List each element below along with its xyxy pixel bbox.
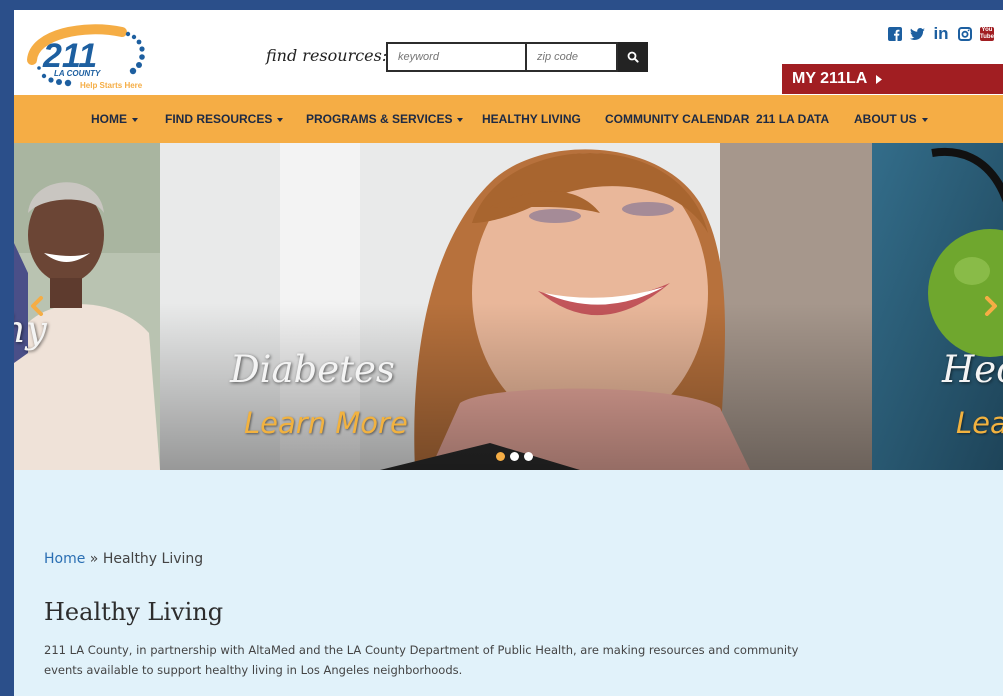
- nav-label: ABOUT US: [854, 112, 917, 126]
- site-header: 211 LA COUNTY Help Starts Here find reso…: [14, 10, 1003, 94]
- breadcrumb-separator: »: [89, 551, 99, 567]
- keyword-input[interactable]: [386, 42, 526, 72]
- chevron-left-icon: [31, 296, 43, 316]
- nav-community-calendar[interactable]: COMMUNITY CALENDAR: [605, 95, 749, 143]
- instagram-icon[interactable]: [957, 26, 973, 42]
- main-content: Home » Healthy Living Healthy Living 211…: [14, 470, 1003, 696]
- intro-paragraph: 211 LA County, in partnership with AltaM…: [44, 643, 799, 677]
- carousel-dot[interactable]: [496, 452, 505, 461]
- caret-down-icon: [457, 117, 464, 122]
- carousel-next-button[interactable]: [980, 293, 1002, 319]
- next-slide-title: Hec: [942, 348, 1003, 391]
- my-211la-button[interactable]: MY 211LA: [782, 64, 1003, 94]
- find-resources-label: find resources:: [266, 46, 388, 65]
- nav-about-us[interactable]: ABOUT US: [854, 95, 928, 143]
- my-211la-label: MY 211LA: [792, 70, 868, 87]
- logo-tagline: Help Starts Here: [80, 81, 143, 90]
- active-slide-title: Diabetes: [230, 348, 395, 391]
- nav-211-la-data[interactable]: 211 LA DATA: [756, 95, 829, 143]
- page-title: Healthy Living: [44, 598, 224, 626]
- caret-down-icon: [132, 117, 138, 122]
- youtube-icon-text: You Tube: [980, 27, 994, 41]
- caret-down-icon: [277, 117, 284, 122]
- nav-find-resources[interactable]: FIND RESOURCES: [165, 95, 284, 143]
- active-slide-learn-more-link[interactable]: Learn More: [244, 406, 408, 440]
- chevron-right-icon: [985, 296, 997, 316]
- hero-carousel: hy: [14, 143, 1003, 470]
- zip-code-input[interactable]: [526, 42, 618, 72]
- nav-label: HOME: [91, 112, 127, 126]
- nav-label: FIND RESOURCES: [165, 112, 273, 126]
- site-logo[interactable]: 211 LA COUNTY Help Starts Here: [24, 20, 174, 98]
- breadcrumb-current: Healthy Living: [102, 551, 204, 567]
- nav-label: HEALTHY LIVING: [482, 112, 581, 126]
- breadcrumb: Home » Healthy Living: [44, 551, 203, 567]
- carousel-slide-active[interactable]: Diabetes Learn More: [160, 143, 872, 470]
- nav-label: COMMUNITY CALENDAR: [605, 112, 750, 126]
- search-button[interactable]: [618, 42, 648, 72]
- breadcrumb-home-link[interactable]: Home: [44, 551, 85, 567]
- carousel-indicators: [496, 452, 533, 461]
- logo-county: LA COUNTY: [54, 69, 101, 78]
- nav-label: 211 LA DATA: [756, 112, 830, 126]
- social-links: in You Tube: [887, 24, 995, 43]
- twitter-icon[interactable]: [909, 26, 925, 42]
- carousel-prev-button[interactable]: [26, 293, 48, 319]
- carousel-dot[interactable]: [510, 452, 519, 461]
- next-slide-learn-more-link[interactable]: Lea: [956, 406, 1003, 440]
- nav-healthy-living[interactable]: HEALTHY LIVING: [482, 95, 581, 143]
- search-icon: [627, 51, 639, 63]
- nav-programs-services[interactable]: PROGRAMS & SERVICES: [306, 95, 464, 143]
- caret-down-icon: [921, 117, 928, 122]
- logo-graphic: 211 LA COUNTY Help Starts Here: [27, 24, 145, 90]
- search-form: [386, 42, 648, 72]
- facebook-icon[interactable]: [887, 26, 903, 42]
- carousel-dot[interactable]: [524, 452, 533, 461]
- main-nav: HOME FIND RESOURCES PROGRAMS & SERVICES …: [14, 95, 1003, 143]
- nav-home[interactable]: HOME: [91, 95, 138, 143]
- caret-right-icon: [876, 74, 883, 84]
- nav-label: PROGRAMS & SERVICES: [306, 112, 453, 126]
- linkedin-icon[interactable]: in: [931, 24, 951, 43]
- youtube-icon[interactable]: You Tube: [979, 26, 995, 42]
- page-frame: 211 LA COUNTY Help Starts Here find reso…: [14, 10, 1003, 696]
